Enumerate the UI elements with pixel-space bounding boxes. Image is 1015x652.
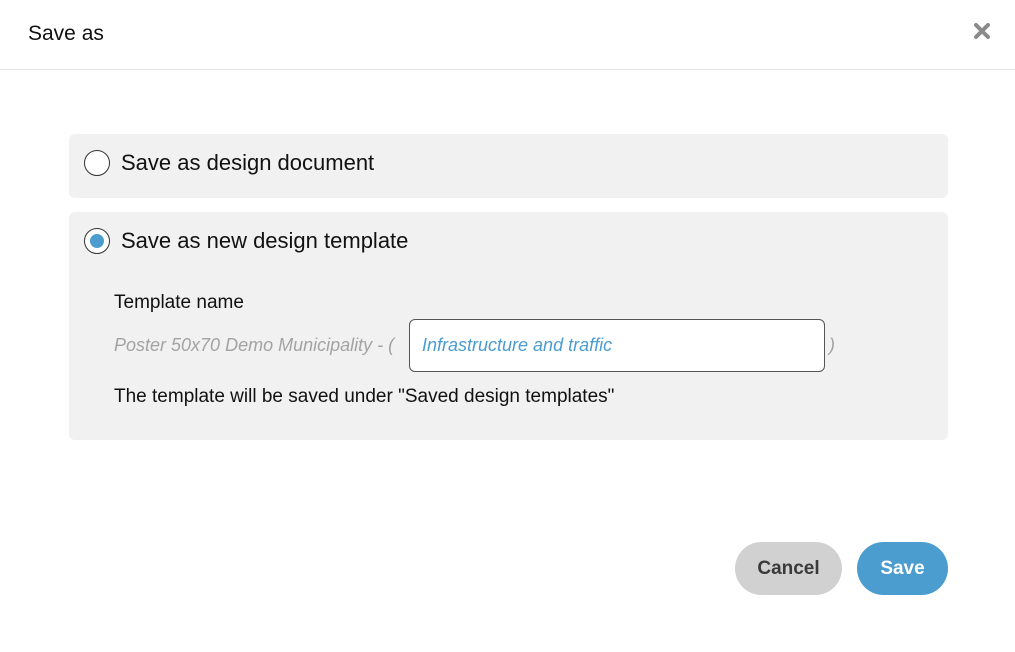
template-name-label: Template name: [114, 292, 244, 313]
dialog-header: Save as: [0, 0, 1015, 70]
template-name-prefix: Poster 50x70 Demo Municipality - (: [114, 335, 395, 355]
option-design-template[interactable]: Save as new design template Template nam…: [69, 212, 948, 440]
dialog-title: Save as: [28, 22, 104, 45]
save-as-dialog: Save as Save as design document Save as …: [0, 0, 1015, 652]
template-name-input[interactable]: [409, 319, 825, 372]
cancel-button[interactable]: Cancel: [735, 542, 842, 595]
save-button[interactable]: Save: [857, 542, 948, 595]
radio-design-document[interactable]: [84, 150, 110, 176]
radio-label-design-document: Save as design document: [121, 150, 375, 175]
template-save-note: The template will be saved under "Saved …: [114, 386, 615, 407]
option-design-document[interactable]: Save as design document: [69, 134, 948, 198]
template-name-suffix: ): [829, 335, 835, 355]
close-icon[interactable]: [971, 20, 993, 42]
radio-design-template[interactable]: [84, 228, 110, 254]
radio-label-design-template: Save as new design template: [121, 228, 409, 253]
radio-row-design-document[interactable]: Save as design document: [84, 150, 374, 176]
radio-row-design-template[interactable]: Save as new design template: [84, 228, 408, 254]
